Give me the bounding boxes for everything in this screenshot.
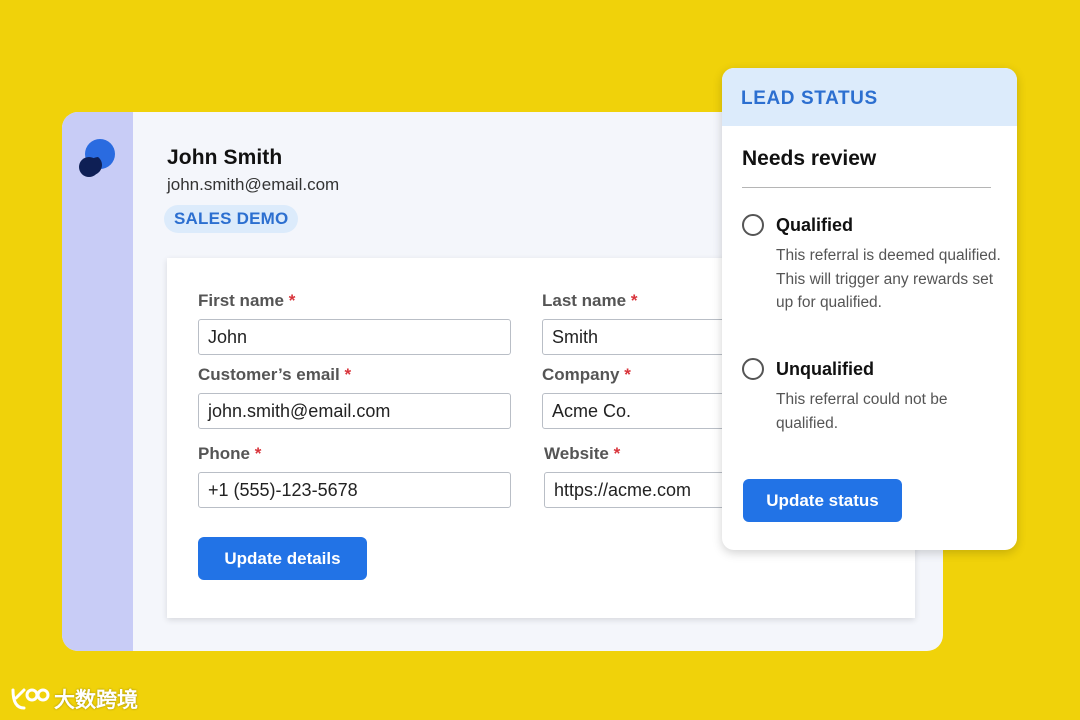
status-option-unqualified[interactable]: Unqualified This referral could not be q… [742,358,1002,435]
app-logo-icon[interactable] [78,137,116,181]
website-label: Website [544,444,609,463]
option-qualified-label: Qualified [776,215,854,235]
contact-header: John Smith john.smith@email.com SALES DE… [164,146,340,233]
first-name-input[interactable]: John [198,319,511,355]
lead-source-badge: SALES DEMO [164,205,299,233]
last-name-label: Last name [542,291,627,310]
current-status: Needs review [742,147,877,170]
contact-email: john.smith@email.com [167,175,340,194]
update-details-button[interactable]: Update details [198,537,367,580]
customer-email-field: Customer’s email * john.smith@email.com [198,365,511,429]
lead-status-title: LEAD STATUS [722,68,1017,126]
phone-input[interactable]: +1 (555)-123-5678 [198,472,511,508]
option-unqualified-label: Unqualified [776,359,874,379]
phone-label: Phone [198,444,250,463]
contact-name: John Smith [167,146,283,169]
watermark-logo-icon [11,688,50,710]
update-status-button[interactable]: Update status [743,479,902,522]
phone-field: Phone * +1 (555)-123-5678 [198,444,511,508]
option-unqualified-description: This referral could not be qualified. [776,391,948,432]
customer-email-input[interactable]: john.smith@email.com [198,393,511,429]
first-name-field: First name * John [198,291,511,355]
lead-status-panel: LEAD STATUS Needs review Qualified This … [722,68,1017,550]
watermark: 大数跨境 [10,684,138,714]
required-mark: * [630,291,638,310]
required-mark: * [344,365,352,384]
required-mark: * [288,291,296,310]
option-qualified-description: This referral is deemed qualified. This … [776,247,1001,311]
required-mark: * [613,444,621,463]
required-mark: * [254,444,262,463]
customer-email-label: Customer’s email [198,365,340,384]
radio-unchecked-icon[interactable] [742,214,764,236]
watermark-text: 大数跨境 [54,689,138,712]
status-option-qualified[interactable]: Qualified This referral is deemed qualif… [742,214,1002,315]
first-name-label: First name [198,291,284,310]
company-label: Company [542,365,620,384]
required-mark: * [624,365,631,384]
app-sidebar [62,112,133,651]
radio-unchecked-icon[interactable] [742,358,764,380]
divider [742,187,991,188]
